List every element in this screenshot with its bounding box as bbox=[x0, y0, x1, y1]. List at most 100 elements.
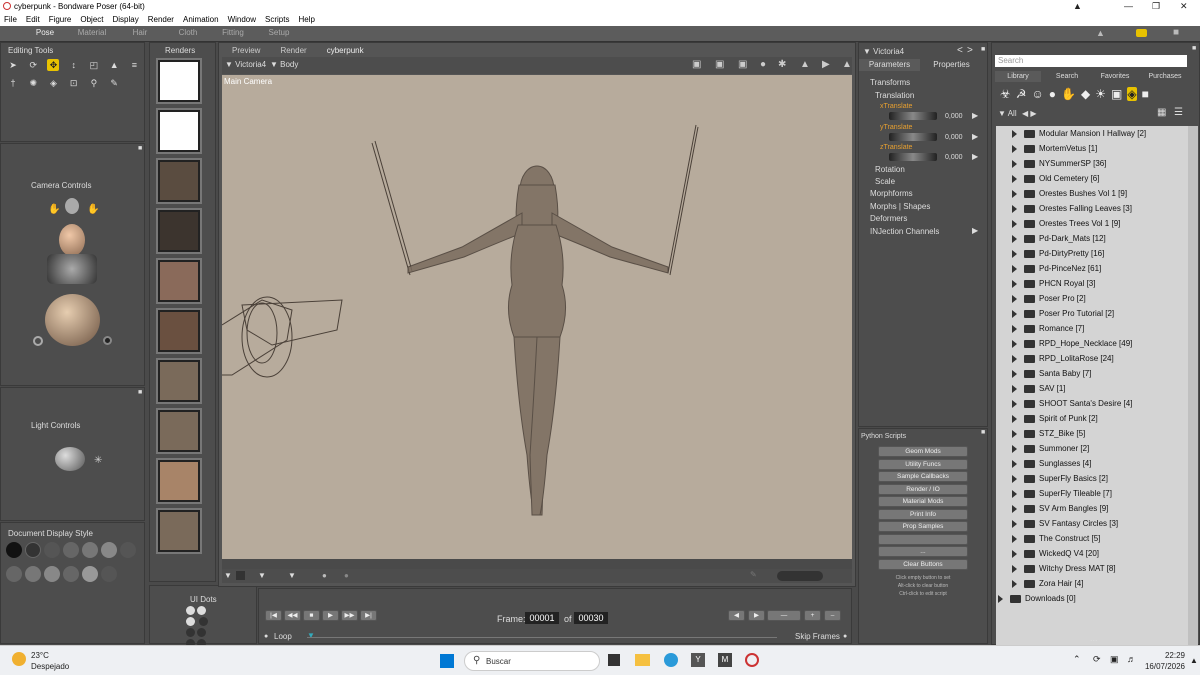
taskbar-app-y-icon[interactable]: Y bbox=[691, 653, 705, 667]
tracking-mode-icon[interactable]: ● bbox=[322, 571, 327, 580]
ui-dot[interactable] bbox=[186, 628, 195, 637]
expand-arrow-icon[interactable] bbox=[1012, 310, 1017, 318]
menu-help[interactable]: Help bbox=[294, 13, 319, 24]
library-search-input[interactable]: Search bbox=[995, 55, 1187, 67]
injection-menu-icon[interactable]: ▶ bbox=[972, 226, 978, 235]
rotate-tool-icon[interactable]: ⟳ bbox=[27, 59, 39, 71]
python-button-utility-funcs[interactable]: Utility Funcs bbox=[878, 458, 968, 470]
tray-overflow-icon[interactable]: ⌃ bbox=[1073, 654, 1081, 665]
render-thumbnail[interactable] bbox=[156, 508, 202, 554]
library-folder-row[interactable]: SV Arm Bangles [9] bbox=[1012, 502, 1182, 516]
python-button-geom-mods[interactable]: Geom Mods bbox=[878, 446, 968, 457]
move-tool-icon[interactable]: ↕ bbox=[68, 59, 80, 71]
library-folder-row[interactable]: Modular Mansion I Hallway [2] bbox=[1012, 127, 1182, 141]
figure-style-dropdown[interactable]: ▼ bbox=[258, 571, 266, 580]
play-button[interactable]: ▶ bbox=[322, 610, 339, 621]
render-thumbnail[interactable] bbox=[156, 408, 202, 454]
library-folder-row[interactable]: SuperFly Tileable [7] bbox=[1012, 487, 1182, 501]
camera-icon[interactable]: ▣ bbox=[692, 59, 701, 70]
expand-arrow-icon[interactable] bbox=[1012, 205, 1017, 213]
scale-tool-icon[interactable]: ◰ bbox=[88, 59, 100, 71]
expand-arrow-icon[interactable] bbox=[1012, 475, 1017, 483]
library-folder-row[interactable]: Witchy Dress MAT [8] bbox=[1012, 562, 1182, 576]
delete-keyframe-button[interactable]: – bbox=[824, 610, 841, 621]
library-folder-row[interactable]: MortemVetus [1] bbox=[1012, 142, 1182, 156]
figure-dropdown[interactable]: ▼ Victoria4 bbox=[863, 47, 904, 56]
group-scale[interactable]: Scale bbox=[875, 177, 895, 186]
filter-arrows[interactable]: ◀ ▶ bbox=[1022, 109, 1037, 118]
add-keyframe-button[interactable]: + bbox=[804, 610, 821, 621]
expand-arrow-icon[interactable] bbox=[1012, 295, 1017, 303]
library-folder-row[interactable]: SAV [1] bbox=[1012, 382, 1182, 396]
python-button-material-mods[interactable]: Material Mods bbox=[878, 496, 968, 507]
expand-arrow-icon[interactable] bbox=[1012, 580, 1017, 588]
hidden-line-style-icon[interactable] bbox=[63, 542, 79, 558]
menu-edit[interactable]: Edit bbox=[22, 13, 45, 24]
render-thumbnail[interactable] bbox=[156, 58, 202, 104]
preview-style-icon[interactable] bbox=[101, 566, 117, 582]
ytranslate-value[interactable]: 0,000 bbox=[945, 134, 963, 141]
camera-animate-icon[interactable] bbox=[103, 336, 112, 345]
hands-category-icon[interactable]: ✋ bbox=[1061, 87, 1076, 101]
menu-figure[interactable]: Figure bbox=[45, 13, 77, 24]
taskbar-search[interactable]: ⚲ Buscar bbox=[464, 651, 600, 671]
ytranslate-menu-icon[interactable]: ▶ bbox=[972, 132, 978, 141]
render-thumbnail[interactable] bbox=[156, 108, 202, 154]
figures-category-icon[interactable]: ☣ bbox=[1000, 87, 1011, 101]
group-injection-channels[interactable]: INJection Channels bbox=[870, 227, 939, 236]
right-hand-camera-icon[interactable]: ✋ bbox=[87, 204, 99, 215]
expand-arrow-icon[interactable] bbox=[1012, 565, 1017, 573]
first-frame-button[interactable]: |◀ bbox=[265, 610, 282, 621]
library-folder-row[interactable]: Spirit of Punk [2] bbox=[1012, 412, 1182, 426]
left-hand-camera-icon[interactable]: ✋ bbox=[48, 204, 60, 215]
library-folder-row[interactable]: NYSummerSP [36] bbox=[1012, 157, 1182, 171]
library-folder-row[interactable]: Pd-DirtyPretty [16] bbox=[1012, 247, 1182, 261]
ui-dot[interactable] bbox=[197, 628, 206, 637]
scenes-category-icon[interactable]: ■ bbox=[1142, 87, 1149, 101]
menu-render[interactable]: Render bbox=[144, 13, 179, 24]
library-folder-row[interactable]: PHCN Royal [3] bbox=[1012, 277, 1182, 291]
texture-shaded-style-icon[interactable] bbox=[82, 566, 98, 582]
expand-arrow-icon[interactable] bbox=[1012, 535, 1017, 543]
expand-arrow-icon[interactable] bbox=[1012, 370, 1017, 378]
python-button-print-info[interactable]: Print Info bbox=[878, 508, 968, 520]
expand-arrow-icon[interactable] bbox=[1012, 130, 1017, 138]
cartoon-line-style-icon[interactable] bbox=[25, 566, 41, 582]
menu-animation[interactable]: Animation bbox=[179, 13, 224, 24]
expand-arrow-icon[interactable] bbox=[1012, 460, 1017, 468]
movie-icon[interactable]: ▲ bbox=[800, 59, 810, 70]
render-dot-icon[interactable]: ● bbox=[760, 59, 766, 70]
viewport-scrollbar[interactable] bbox=[222, 559, 852, 569]
library-folder-row[interactable]: Orestes Trees Vol 1 [9] bbox=[1012, 217, 1182, 231]
library-folder-row[interactable]: The Construct [5] bbox=[1012, 532, 1182, 546]
skip-frames-toggle[interactable]: ● bbox=[843, 633, 847, 640]
move-xy-trackball[interactable] bbox=[47, 254, 97, 284]
group-translation[interactable]: Translation bbox=[875, 91, 914, 100]
morph-brush-icon[interactable]: ✎ bbox=[108, 77, 120, 89]
smooth-shaded-style-icon[interactable] bbox=[44, 566, 60, 582]
wireframe-style-icon[interactable] bbox=[44, 542, 60, 558]
lights-category-icon[interactable]: ☀ bbox=[1095, 87, 1106, 101]
main-viewport[interactable]: Main Camera bbox=[222, 75, 852, 559]
library-folder-row[interactable]: Santa Baby [7] bbox=[1012, 367, 1182, 381]
ztranslate-dial[interactable] bbox=[889, 153, 937, 161]
main-camera-head-icon[interactable] bbox=[59, 224, 85, 256]
cartoon-style-icon[interactable] bbox=[6, 566, 22, 582]
ztranslate-menu-icon[interactable]: ▶ bbox=[972, 152, 978, 161]
room-tab-setup[interactable]: Setup bbox=[259, 28, 299, 40]
ztranslate-value[interactable]: 0,000 bbox=[945, 154, 963, 161]
props-category-icon[interactable]: ◆ bbox=[1081, 87, 1090, 101]
maximize-button[interactable]: ❐ bbox=[1152, 1, 1160, 12]
display-menu-dropdown[interactable]: ▼ bbox=[224, 571, 232, 580]
lit-wireframe-style-icon[interactable] bbox=[82, 542, 98, 558]
render-thumbnail[interactable] bbox=[156, 458, 202, 504]
viewport-menu-icon[interactable]: ▲ bbox=[842, 59, 852, 70]
render-settings-icon[interactable]: ✱ bbox=[778, 59, 786, 70]
sync-icon[interactable]: ⟳ bbox=[1093, 654, 1101, 665]
expand-arrow-icon[interactable] bbox=[1012, 280, 1017, 288]
group-transforms[interactable]: Transforms bbox=[870, 78, 910, 87]
expand-arrow-icon[interactable] bbox=[1012, 145, 1017, 153]
expand-arrow-icon[interactable] bbox=[1012, 445, 1017, 453]
face-camera-icon[interactable] bbox=[65, 198, 79, 214]
room-tab-pose[interactable]: Pose bbox=[25, 28, 65, 40]
